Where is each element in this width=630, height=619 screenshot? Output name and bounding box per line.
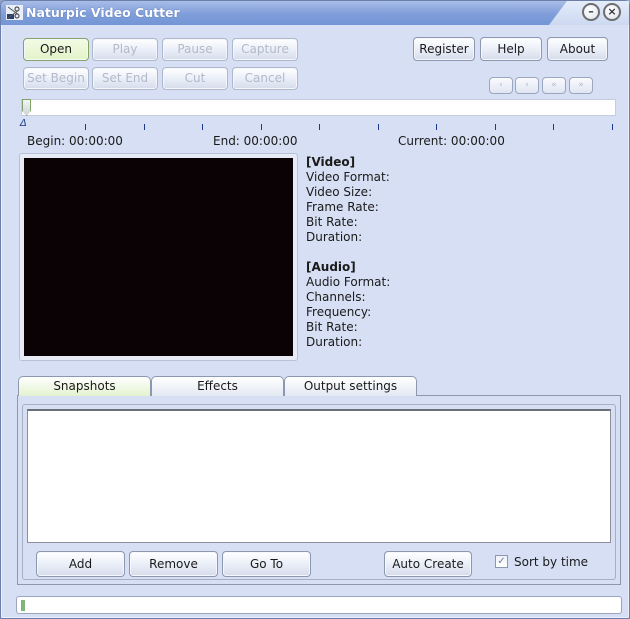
close-button[interactable]: ×	[603, 3, 621, 21]
app-window: Naturpic Video Cutter – × Open Play Paus…	[0, 0, 630, 619]
tab-snapshots[interactable]: Snapshots	[18, 376, 151, 396]
video-bit-rate-label: Bit Rate:	[306, 215, 358, 229]
fast-forward-icon: »	[578, 80, 584, 90]
tab-effects[interactable]: Effects	[151, 376, 284, 396]
video-info-heading: [Video]	[306, 155, 356, 169]
set-begin-button[interactable]: Set Begin	[23, 67, 89, 90]
timeline-tick	[553, 124, 554, 130]
rewind-icon: «	[551, 80, 557, 90]
timeline-tick	[261, 124, 262, 130]
sort-by-time-label[interactable]: Sort by time	[514, 555, 588, 569]
audio-info-heading: [Audio]	[306, 260, 356, 274]
next-frame-button[interactable]: ›	[515, 77, 539, 94]
end-time-label: End: 00:00:00	[213, 134, 298, 148]
go-to-button[interactable]: Go To	[222, 551, 311, 577]
video-size-label: Video Size:	[306, 185, 373, 199]
snapshots-list[interactable]	[27, 409, 611, 543]
title-bar[interactable]: Naturpic Video Cutter – ×	[1, 1, 629, 25]
audio-duration-label: Duration:	[306, 335, 363, 349]
close-icon: ×	[607, 5, 617, 18]
auto-create-button[interactable]: Auto Create	[384, 551, 472, 577]
cut-button[interactable]: Cut	[162, 67, 228, 90]
audio-info: [Audio] Audio Format: Channels: Frequenc…	[306, 260, 390, 350]
frame-rate-label: Frame Rate:	[306, 200, 379, 214]
scissors-film-icon	[6, 5, 23, 20]
rewind-button[interactable]: «	[542, 77, 566, 94]
fast-forward-button[interactable]: »	[569, 77, 593, 94]
video-preview[interactable]	[24, 158, 293, 356]
video-format-label: Video Format:	[306, 170, 390, 184]
video-info: [Video] Video Format: Video Size: Frame …	[306, 155, 390, 245]
minimize-button[interactable]: –	[582, 3, 600, 21]
about-button[interactable]: About	[547, 37, 608, 61]
minimize-icon: –	[588, 5, 594, 18]
remove-button[interactable]: Remove	[129, 551, 218, 577]
capture-button[interactable]: Capture	[232, 38, 298, 61]
timeline-tick	[378, 124, 379, 130]
add-button[interactable]: Add	[36, 551, 125, 577]
begin-marker-icon: Δ	[20, 118, 27, 129]
prev-frame-button[interactable]: ‹	[489, 77, 513, 94]
progress-bar-fill	[21, 600, 25, 611]
current-time-label: Current: 00:00:00	[398, 134, 505, 148]
timeline-tick	[85, 124, 86, 130]
channels-label: Channels:	[306, 290, 366, 304]
frequency-label: Frequency:	[306, 305, 372, 319]
audio-format-label: Audio Format:	[306, 275, 391, 289]
window-title: Naturpic Video Cutter	[26, 5, 180, 20]
checkmark-icon: ✓	[497, 556, 506, 567]
play-button[interactable]: Play	[92, 38, 158, 61]
video-duration-label: Duration:	[306, 230, 363, 244]
chevron-left-icon: ‹	[499, 80, 503, 90]
register-button[interactable]: Register	[413, 37, 475, 61]
timeline-tick	[202, 124, 203, 130]
set-end-button[interactable]: Set End	[92, 67, 158, 90]
sort-by-time-checkbox[interactable]: ✓	[495, 555, 508, 568]
timeline-tick	[319, 124, 320, 130]
pause-button[interactable]: Pause	[162, 38, 228, 61]
timeline-tick	[436, 124, 437, 130]
open-button[interactable]: Open	[23, 38, 89, 61]
audio-bit-rate-label: Bit Rate:	[306, 320, 358, 334]
video-preview-frame	[19, 153, 298, 361]
timeline-tick	[144, 124, 145, 130]
progress-bar	[16, 596, 622, 614]
timeline-tick	[495, 124, 496, 130]
timeline-slider-track[interactable]	[21, 99, 616, 116]
begin-time-label: Begin: 00:00:00	[27, 134, 123, 148]
chevron-right-icon: ›	[525, 80, 529, 90]
help-button[interactable]: Help	[480, 37, 542, 61]
tab-output-settings[interactable]: Output settings	[284, 376, 417, 396]
timeline-tick	[612, 124, 613, 130]
cancel-button[interactable]: Cancel	[232, 67, 298, 90]
